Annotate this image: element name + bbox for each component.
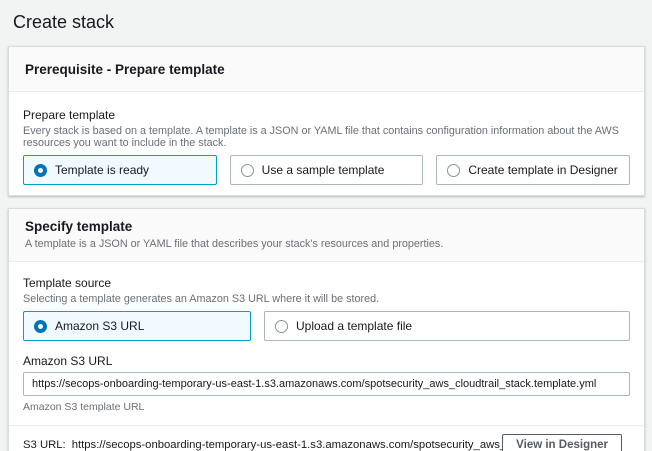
prerequisite-card-title: Prerequisite - Prepare template [25,62,628,77]
specify-template-description: A template is a JSON or YAML file that d… [25,238,628,250]
amazon-s3-url-input[interactable] [23,372,630,396]
view-in-designer-button[interactable]: View in Designer [502,434,622,451]
radio-checked-icon[interactable] [34,320,47,333]
template-source-options: Amazon S3 URL Upload a template file [23,311,630,341]
amazon-s3-url-label: Amazon S3 URL [23,354,630,368]
option-amazon-s3-url[interactable]: Amazon S3 URL [23,311,251,341]
prerequisite-card-header: Prerequisite - Prepare template [9,47,644,92]
option-template-is-ready[interactable]: Template is ready [23,155,217,185]
page-title: Create stack [13,12,645,33]
s3-url-value: https://secops-onboarding-temporary-us-e… [72,439,502,451]
radio-unchecked-icon[interactable] [241,164,254,177]
option-upload-template-file[interactable]: Upload a template file [264,311,630,341]
amazon-s3-url-helper: Amazon S3 template URL [23,401,630,413]
prepare-template-description: Every stack is based on a template. A te… [23,125,630,149]
prerequisite-card: Prerequisite - Prepare template Prepare … [8,46,645,196]
option-label: Upload a template file [296,319,412,333]
radio-checked-icon[interactable] [34,164,47,177]
template-source-description: Selecting a template generates an Amazon… [23,293,630,305]
radio-unchecked-icon[interactable] [447,164,460,177]
specify-template-card-body: Template source Selecting a template gen… [9,262,644,425]
specify-template-card: Specify template A template is a JSON or… [8,208,645,451]
option-create-template-in-designer[interactable]: Create template in Designer [436,155,630,185]
option-label: Create template in Designer [468,163,617,177]
option-label: Use a sample template [262,163,385,177]
amazon-s3-url-group: Amazon S3 URL Amazon S3 template URL [23,354,630,413]
prepare-template-label: Prepare template [23,108,630,122]
specify-template-card-header: Specify template A template is a JSON or… [9,209,644,262]
specify-template-title: Specify template [25,219,628,234]
option-label: Template is ready [55,163,149,177]
prepare-template-options: Template is ready Use a sample template … [23,155,630,185]
create-stack-page: Create stack Prerequisite - Prepare temp… [0,0,652,451]
radio-unchecked-icon[interactable] [275,320,288,333]
s3-url-line: S3 URL: https://secops-onboarding-tempora… [23,439,502,451]
option-label: Amazon S3 URL [55,319,144,333]
option-use-sample-template[interactable]: Use a sample template [230,155,424,185]
s3-url-footer: S3 URL: https://secops-onboarding-tempora… [9,425,644,451]
s3-url-prefix: S3 URL: [23,439,66,451]
template-source-label: Template source [23,276,630,290]
prerequisite-card-body: Prepare template Every stack is based on… [9,92,644,195]
